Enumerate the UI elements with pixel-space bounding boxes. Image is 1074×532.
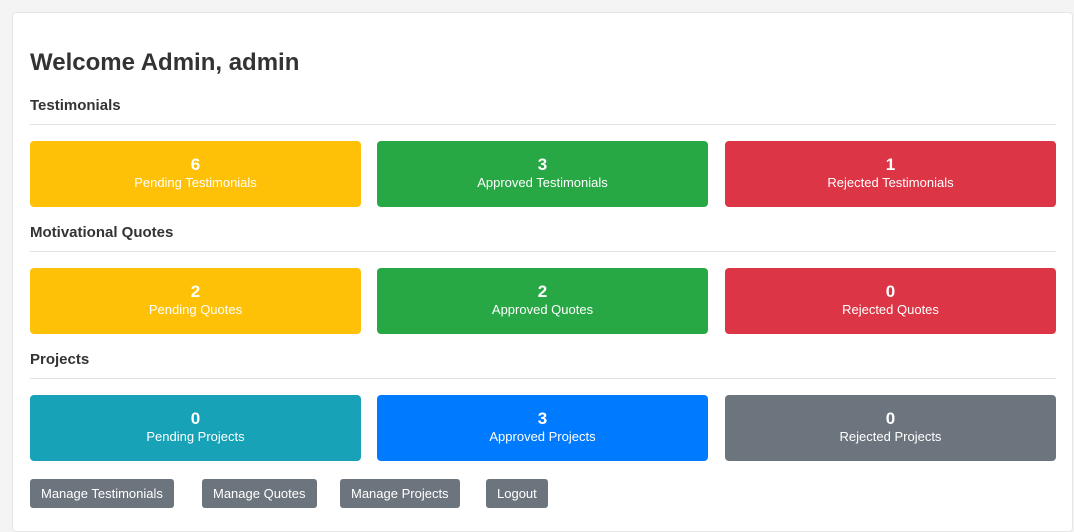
card-count: 1 [885, 155, 896, 174]
section-heading-quotes: Motivational Quotes [30, 224, 174, 241]
section-divider [30, 124, 1056, 125]
card-label: Rejected Projects [839, 429, 942, 444]
pending-quotes-card: 2 Pending Quotes [30, 268, 361, 334]
card-count: 3 [537, 155, 548, 174]
manage-quotes-button[interactable]: Manage Quotes [202, 479, 317, 508]
card-label: Approved Quotes [491, 302, 594, 317]
page-title: Welcome Admin, admin [30, 49, 300, 76]
section-divider [30, 378, 1056, 379]
rejected-projects-card: 0 Rejected Projects [725, 395, 1056, 461]
card-count: 0 [885, 409, 896, 428]
card-label: Rejected Quotes [842, 302, 939, 317]
approved-quotes-card: 2 Approved Quotes [377, 268, 708, 334]
card-count: 3 [537, 409, 548, 428]
rejected-testimonials-card: 1 Rejected Testimonials [725, 141, 1056, 207]
card-label: Pending Projects [146, 429, 245, 444]
card-count: 0 [885, 282, 896, 301]
manage-projects-button[interactable]: Manage Projects [340, 479, 460, 508]
card-label: Pending Quotes [148, 302, 243, 317]
card-count: 6 [190, 155, 201, 174]
section-heading-projects: Projects [30, 351, 90, 368]
pending-testimonials-card: 6 Pending Testimonials [30, 141, 361, 207]
logout-button[interactable]: Logout [486, 479, 548, 508]
card-label: Approved Projects [489, 429, 596, 444]
approved-projects-card: 3 Approved Projects [377, 395, 708, 461]
card-count: 0 [190, 409, 201, 428]
card-count: 2 [537, 282, 548, 301]
section-divider [30, 251, 1056, 252]
pending-projects-card: 0 Pending Projects [30, 395, 361, 461]
card-label: Rejected Testimonials [827, 175, 954, 190]
approved-testimonials-card: 3 Approved Testimonials [377, 141, 708, 207]
card-count: 2 [190, 282, 201, 301]
card-label: Pending Testimonials [134, 175, 257, 190]
section-heading-testimonials: Testimonials [30, 97, 121, 114]
manage-testimonials-button[interactable]: Manage Testimonials [30, 479, 174, 508]
card-label: Approved Testimonials [477, 175, 608, 190]
rejected-quotes-card: 0 Rejected Quotes [725, 268, 1056, 334]
